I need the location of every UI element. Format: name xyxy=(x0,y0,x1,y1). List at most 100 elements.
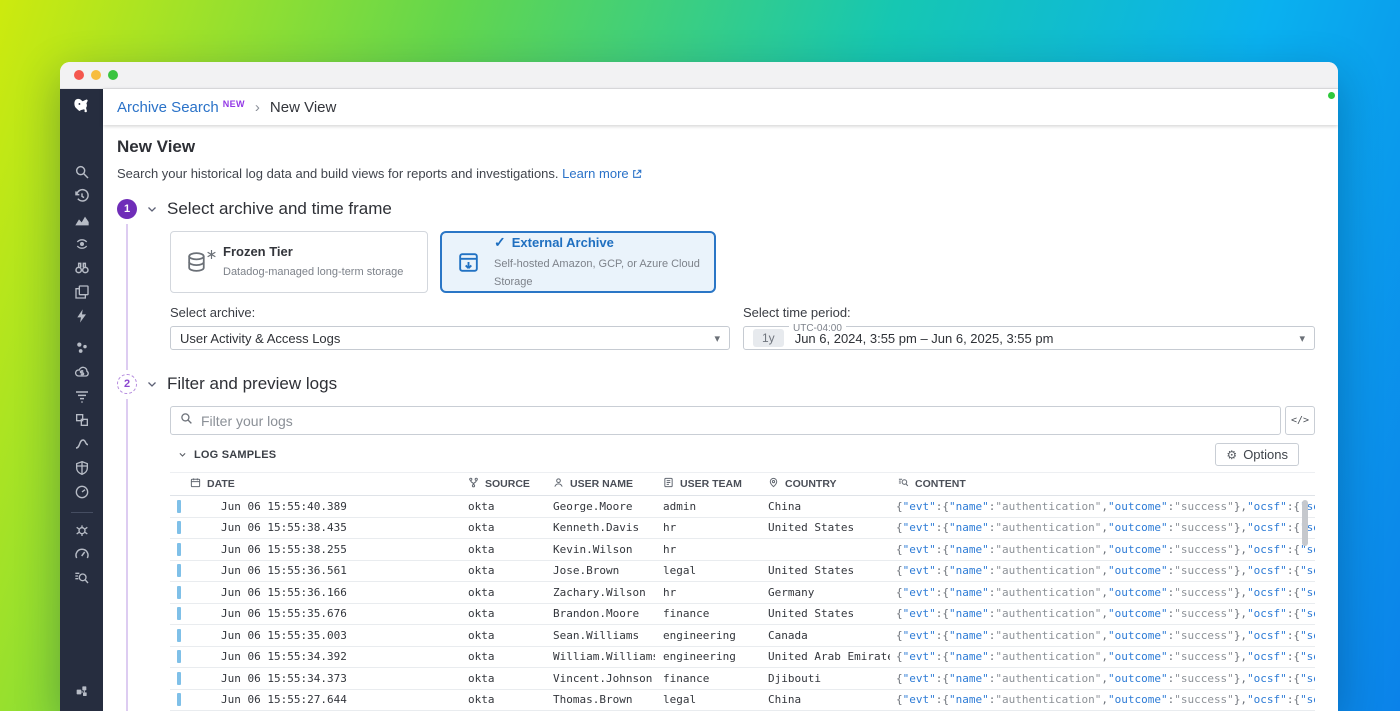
software-catalog-icon[interactable] xyxy=(74,412,90,428)
step-2-body: </> LOG SAMPLES ⚙ Options xyxy=(170,394,1315,711)
timezone-label: UTC-04:00 xyxy=(789,323,846,334)
dropdown-caret-icon: ▾ xyxy=(714,332,720,345)
watchdog-icon[interactable] xyxy=(74,236,90,252)
external-archive-title: External Archive xyxy=(512,235,614,250)
cell-date: Jun 06 15:55:27.644 xyxy=(213,693,460,706)
table-row[interactable]: Jun 06 15:55:36.561 okta Jose.Brown lega… xyxy=(170,561,1315,583)
datadog-logo-icon[interactable] xyxy=(71,97,93,124)
row-status-cell xyxy=(170,543,213,556)
log-explorer-icon[interactable] xyxy=(74,570,90,586)
log-status-bar xyxy=(177,543,181,556)
log-status-bar xyxy=(177,607,181,620)
minimize-window-button[interactable] xyxy=(91,70,101,80)
cell-content: {"evt":{"name":"authentication","outcome… xyxy=(890,629,1315,642)
metrics-icon[interactable] xyxy=(74,212,90,228)
cell-content: {"evt":{"name":"authentication","outcome… xyxy=(890,672,1315,685)
row-status-cell xyxy=(170,564,213,577)
binoculars-icon[interactable] xyxy=(74,260,90,276)
row-status-cell xyxy=(170,672,213,685)
table-row[interactable]: Jun 06 15:55:38.255 okta Kevin.Wilson hr… xyxy=(170,539,1315,561)
performance-icon[interactable] xyxy=(74,546,90,562)
plugins-icon[interactable] xyxy=(74,683,90,699)
cell-date: Jun 06 15:55:34.373 xyxy=(213,672,460,685)
table-row[interactable]: Jun 06 15:55:34.392 okta William.William… xyxy=(170,647,1315,669)
column-header-country[interactable]: COUNTRY xyxy=(760,477,890,491)
table-row[interactable]: Jun 06 15:55:34.373 okta Vincent.Johnson… xyxy=(170,668,1315,690)
bug-tracking-icon[interactable] xyxy=(74,522,90,538)
row-status-cell xyxy=(170,586,213,599)
archive-select-value: User Activity & Access Logs xyxy=(180,331,714,346)
log-samples-title: LOG SAMPLES xyxy=(194,449,276,461)
column-header-date[interactable]: DATE xyxy=(170,477,460,491)
cell-source: okta xyxy=(460,672,545,685)
page-content: New View Search your historical log data… xyxy=(103,125,1338,711)
row-status-cell xyxy=(170,500,213,513)
events-icon[interactable] xyxy=(74,308,90,324)
archive-select-dropdown[interactable]: User Activity & Access Logs ▾ xyxy=(170,326,730,350)
column-header-content[interactable]: CONTENT xyxy=(890,477,1315,491)
breadcrumb: Archive Search NEW › New View xyxy=(103,89,1338,125)
table-row[interactable]: Jun 06 15:55:36.166 okta Zachary.Wilson … xyxy=(170,582,1315,604)
step-1-section: 1 Select archive and time frame xyxy=(117,199,1315,350)
code-view-toggle-button[interactable]: </> xyxy=(1285,406,1315,435)
history-icon[interactable] xyxy=(74,188,90,204)
cell-content: {"evt":{"name":"authentication","outcome… xyxy=(890,693,1315,706)
integrations-icon[interactable] xyxy=(74,284,90,300)
table-row[interactable]: Jun 06 15:55:35.003 okta Sean.Williams e… xyxy=(170,625,1315,647)
breadcrumb-separator-icon: › xyxy=(255,99,260,116)
cell-user-team: hr xyxy=(655,586,760,599)
cell-content: {"evt":{"name":"authentication","outcome… xyxy=(890,521,1315,534)
cell-user-team: hr xyxy=(655,521,760,534)
learn-more-link[interactable]: Learn more xyxy=(562,166,641,181)
external-archive-card[interactable]: ✓ External Archive Self-hosted Amazon, G… xyxy=(440,231,716,293)
chevron-down-icon xyxy=(178,450,187,459)
table-row[interactable]: Jun 06 15:55:27.644 okta Thomas.Brown le… xyxy=(170,690,1315,711)
log-filter-field[interactable] xyxy=(170,406,1281,435)
cell-user-team: legal xyxy=(655,693,760,706)
app-body: Archive Search NEW › New View New View S… xyxy=(60,89,1338,711)
time-select-label: Select time period: xyxy=(743,305,1315,320)
column-header-user-team[interactable]: USER TEAM xyxy=(655,477,760,491)
cell-date: Jun 06 15:55:36.166 xyxy=(213,586,460,599)
step-2-header[interactable]: 2 Filter and preview logs xyxy=(117,374,1315,394)
log-filter-input[interactable] xyxy=(201,413,1271,429)
search-icon[interactable] xyxy=(74,164,90,180)
processes-icon[interactable] xyxy=(74,340,90,356)
cell-country: United Arab Emirates xyxy=(760,650,890,663)
breadcrumb-archive-search-link[interactable]: Archive Search xyxy=(117,99,219,116)
table-vertical-scrollbar[interactable] xyxy=(1302,500,1308,546)
frozen-tier-card[interactable]: Frozen Tier Datadog-managed long-term st… xyxy=(170,231,428,293)
maximize-window-button[interactable] xyxy=(108,70,118,80)
chevron-down-icon[interactable] xyxy=(146,203,158,215)
cell-content: {"evt":{"name":"authentication","outcome… xyxy=(890,586,1315,599)
table-row[interactable]: Jun 06 15:55:40.389 okta George.Moore ad… xyxy=(170,496,1315,518)
traces-icon[interactable] xyxy=(74,436,90,452)
breadcrumb-current-page: New View xyxy=(270,99,336,116)
log-status-bar xyxy=(177,564,181,577)
cell-country: China xyxy=(760,693,890,706)
security-icon[interactable] xyxy=(74,460,90,476)
table-body: Jun 06 15:55:40.389 okta George.Moore ad… xyxy=(170,496,1315,711)
service-gauge-icon[interactable] xyxy=(74,484,90,500)
cell-content: {"evt":{"name":"authentication","outcome… xyxy=(890,500,1315,513)
options-button[interactable]: ⚙ Options xyxy=(1215,443,1299,466)
window-scrollbar[interactable] xyxy=(1329,105,1336,711)
log-pipelines-icon[interactable] xyxy=(74,388,90,404)
close-window-button[interactable] xyxy=(74,70,84,80)
cloud-cost-icon[interactable] xyxy=(74,364,90,380)
table-row[interactable]: Jun 06 15:55:38.435 okta Kenneth.Davis h… xyxy=(170,518,1315,540)
cell-country: United States xyxy=(760,564,890,577)
column-header-source[interactable]: SOURCE xyxy=(460,477,545,491)
column-header-user-name[interactable]: USER NAME xyxy=(545,477,655,491)
external-archive-icon xyxy=(456,250,481,275)
table-row[interactable]: Jun 06 15:55:35.676 okta Brandon.Moore f… xyxy=(170,604,1315,626)
step-1-header[interactable]: 1 Select archive and time frame xyxy=(117,199,1315,219)
cell-date: Jun 06 15:55:34.392 xyxy=(213,650,460,663)
log-samples-toggle[interactable]: LOG SAMPLES xyxy=(178,449,276,461)
cell-content: {"evt":{"name":"authentication","outcome… xyxy=(890,543,1315,556)
chevron-down-icon[interactable] xyxy=(146,378,158,390)
row-status-cell xyxy=(170,607,213,620)
cell-user-team: engineering xyxy=(655,629,760,642)
external-link-icon xyxy=(632,167,642,182)
cell-content: {"evt":{"name":"authentication","outcome… xyxy=(890,607,1315,620)
